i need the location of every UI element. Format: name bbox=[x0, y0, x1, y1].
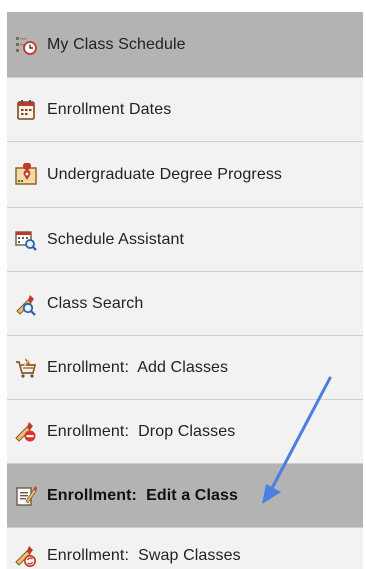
calendar-icon bbox=[14, 98, 38, 122]
menu-item-label: Enrollment: Add Classes bbox=[47, 358, 229, 376]
menu-item-label: Enrollment Dates bbox=[47, 100, 172, 118]
menu-item-my-class-schedule[interactable]: My Class Schedule bbox=[7, 12, 363, 78]
menu-item-label: Enrollment: Swap Classes bbox=[47, 547, 241, 564]
menu-item-label: Class Search bbox=[47, 294, 144, 312]
menu-item-label: Undergraduate Degree Progress bbox=[47, 165, 283, 183]
schedule-search-icon bbox=[14, 228, 38, 252]
menu-item-label: Enrollment: Edit a Class bbox=[47, 486, 238, 504]
menu-item-enrollment-drop-classes[interactable]: Enrollment: Drop Classes bbox=[7, 400, 363, 464]
menu-item-enrollment-edit-a-class[interactable]: Enrollment: Edit a Class bbox=[7, 464, 363, 528]
schedule-clock-icon bbox=[14, 33, 38, 57]
menu-item-enrollment-dates[interactable]: Enrollment Dates bbox=[7, 78, 363, 142]
edit-class-icon bbox=[14, 484, 38, 508]
menu-item-class-search[interactable]: Class Search bbox=[7, 272, 363, 336]
cart-add-icon bbox=[14, 356, 38, 380]
menu-item-label: Enrollment: Drop Classes bbox=[47, 422, 236, 440]
menu-item-schedule-assistant[interactable]: Schedule Assistant bbox=[7, 208, 363, 272]
drop-class-icon bbox=[14, 420, 38, 444]
swap-class-icon bbox=[14, 544, 38, 568]
menu-item-label: Schedule Assistant bbox=[47, 230, 184, 248]
nav-menu: My Class Schedule Enrollment Dates Under… bbox=[7, 12, 363, 569]
menu-item-undergraduate-degree-progress[interactable]: Undergraduate Degree Progress bbox=[7, 142, 363, 208]
degree-progress-icon bbox=[14, 162, 38, 187]
menu-item-enrollment-swap-classes[interactable]: Enrollment: Swap Classes bbox=[7, 528, 363, 569]
menu-item-enrollment-add-classes[interactable]: Enrollment: Add Classes bbox=[7, 336, 363, 400]
student-center-menu-panel: My Class Schedule Enrollment Dates Under… bbox=[0, 0, 366, 569]
menu-item-label: My Class Schedule bbox=[47, 35, 186, 53]
class-search-icon bbox=[14, 292, 38, 316]
